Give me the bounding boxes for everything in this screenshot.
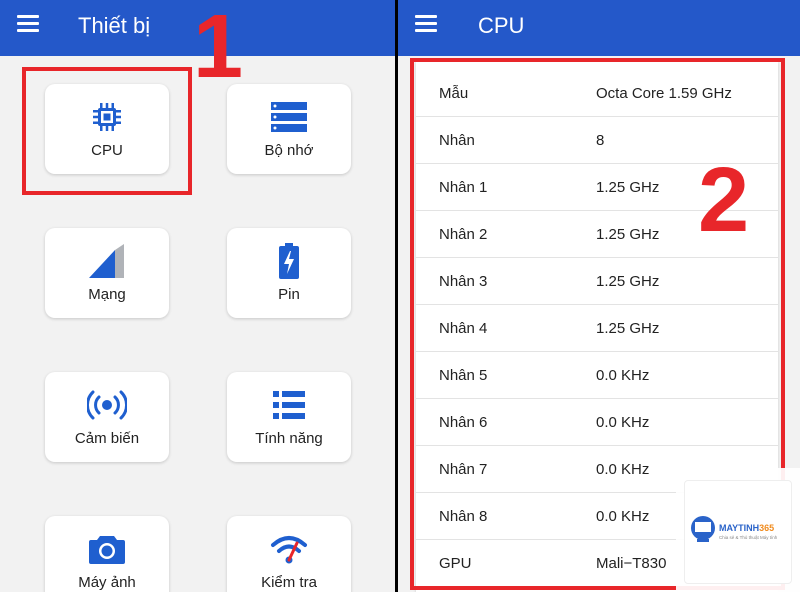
brand-tagline: Chia sẻ & Thủ thuật Máy tính xyxy=(719,535,778,540)
tile-label: Pin xyxy=(278,286,300,303)
tile-battery[interactable]: Pin xyxy=(227,228,351,318)
highlight-box xyxy=(22,67,192,195)
battery-icon xyxy=(227,243,351,279)
tile-features[interactable]: Tính năng xyxy=(227,372,351,462)
logo-card: MAYTINH365 Chia sẻ & Thủ thuật Máy tính xyxy=(684,480,792,584)
camera-icon xyxy=(45,532,169,566)
tile-sensor[interactable]: Cảm biến xyxy=(45,372,169,462)
tile-label: Máy ảnh xyxy=(78,574,136,591)
signal-icon xyxy=(45,244,169,278)
tile-network[interactable]: Mạng xyxy=(45,228,169,318)
page-title: Thiết bị xyxy=(78,13,151,38)
tile-test[interactable]: Kiểm tra xyxy=(227,516,351,592)
tile-label: Kiểm tra xyxy=(261,574,317,591)
tile-label: Bộ nhớ xyxy=(264,142,314,159)
tile-memory[interactable]: Bộ nhớ xyxy=(227,84,351,174)
tile-label: Tính năng xyxy=(255,430,323,447)
device-screen: Thiết bị CPU Bộ nhớ Mạng Pin Cảm biến Tí… xyxy=(0,0,395,592)
sensor-icon xyxy=(45,388,169,422)
monitor-icon xyxy=(691,516,715,542)
brand-name: MAYTINH365 xyxy=(719,523,775,533)
features-icon xyxy=(227,388,351,422)
tile-camera[interactable]: Máy ảnh xyxy=(45,516,169,592)
callout-number: 1 xyxy=(193,0,244,97)
memory-icon xyxy=(227,100,351,134)
callout-number: 2 xyxy=(698,149,750,251)
page-title: CPU xyxy=(478,13,525,38)
watermark-logo: MAYTINH365 Chia sẻ & Thủ thuật Máy tính xyxy=(676,468,800,592)
menu-icon[interactable] xyxy=(415,14,437,32)
app-bar: CPU xyxy=(398,0,800,56)
menu-icon[interactable] xyxy=(17,14,39,32)
test-icon xyxy=(227,532,351,566)
tile-label: Mạng xyxy=(88,286,126,303)
tile-label: Cảm biến xyxy=(74,430,140,447)
